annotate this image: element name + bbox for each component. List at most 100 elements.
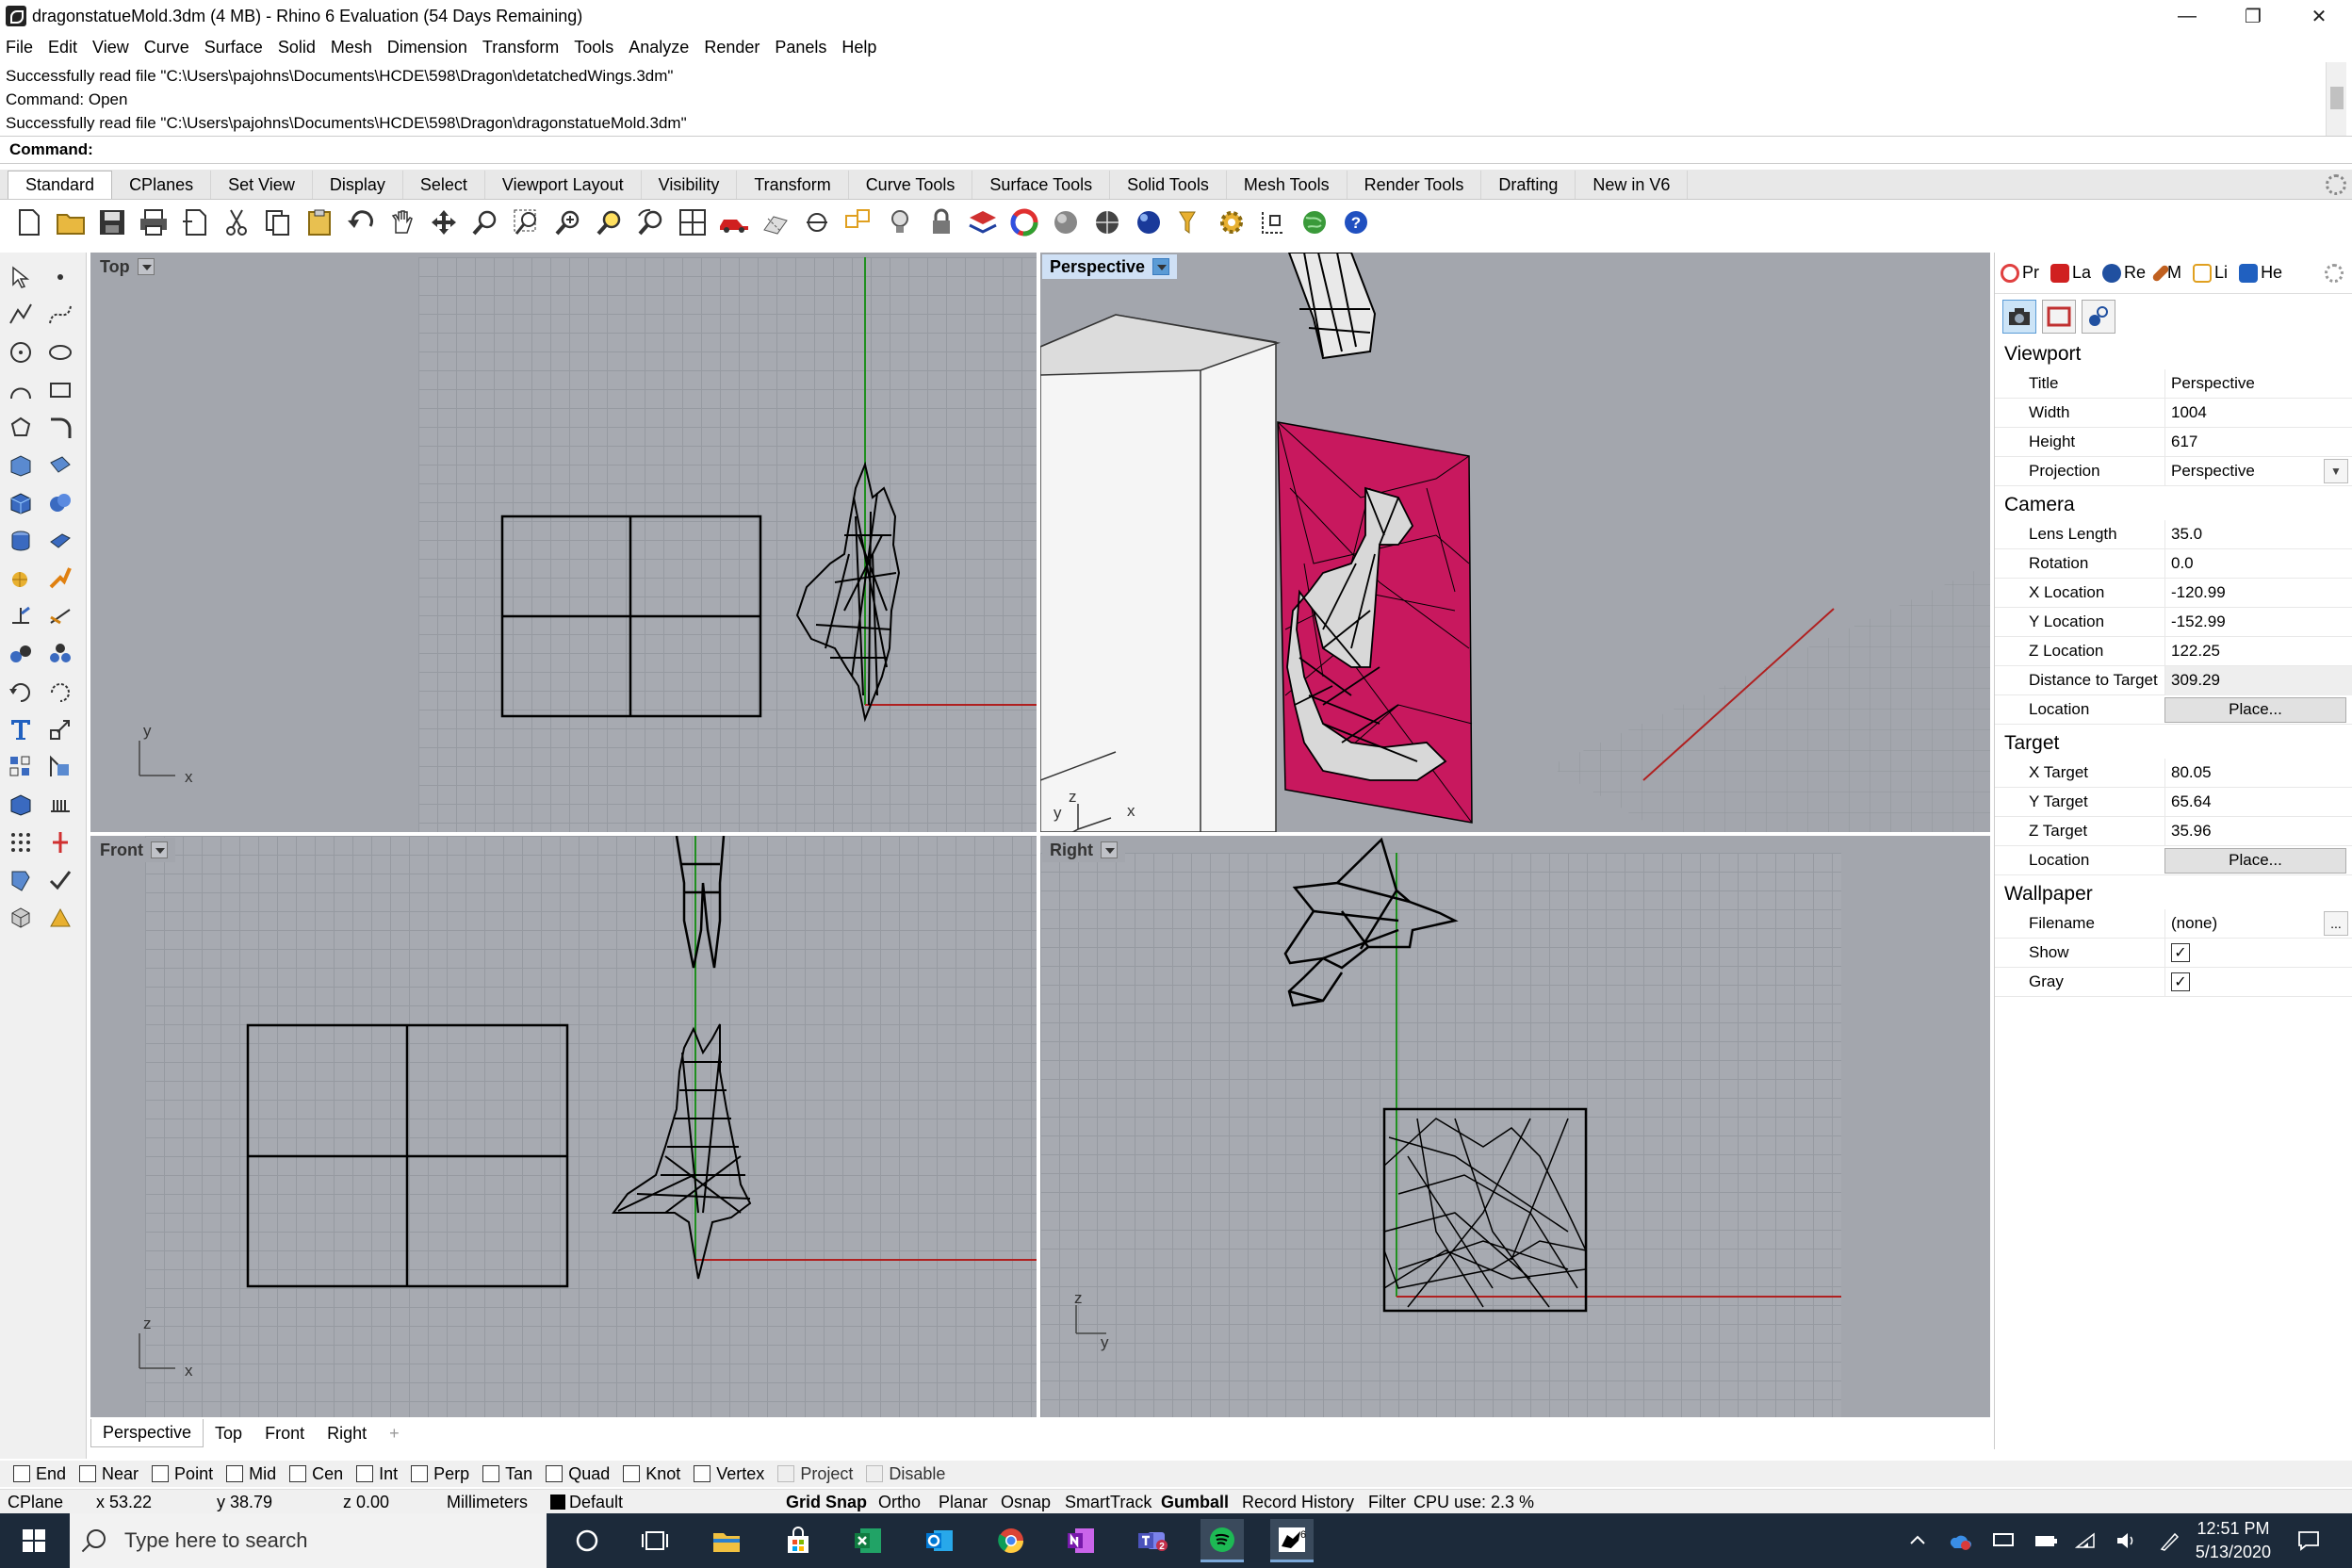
rotate-view-icon[interactable] (635, 206, 667, 238)
menu-help[interactable]: Help (841, 38, 876, 57)
battery-icon[interactable] (2034, 1530, 2057, 1551)
osnap-vertex[interactable]: Vertex (694, 1464, 764, 1484)
osnap-toggle[interactable]: Osnap (1001, 1493, 1051, 1512)
layer-icon[interactable] (967, 206, 999, 238)
units-status[interactable]: Millimeters (447, 1493, 528, 1512)
osnap-tan[interactable]: Tan (482, 1464, 532, 1484)
smarttrack-toggle[interactable]: SmartTrack (1065, 1493, 1152, 1512)
checkbox[interactable] (289, 1465, 307, 1482)
light-icon[interactable] (884, 206, 916, 238)
tab-viewport-layout[interactable]: Viewport Layout (484, 171, 642, 199)
place-target-button[interactable]: Place... (2164, 847, 2346, 874)
checkbox[interactable] (411, 1465, 429, 1482)
taskbar-search-box[interactable]: Type here to search (70, 1513, 547, 1568)
grid-points-icon[interactable] (6, 827, 36, 858)
save-icon[interactable] (96, 206, 128, 238)
panel-tab-libraries[interactable]: Li (2193, 263, 2228, 283)
volume-icon[interactable] (2115, 1530, 2135, 1551)
viewport-title-field[interactable]: Perspective (2164, 368, 2352, 399)
rotate-3d-icon[interactable] (45, 677, 75, 707)
checkbox[interactable] (866, 1465, 884, 1482)
viewport-height-field[interactable]: 617 (2164, 427, 2352, 457)
planar-toggle[interactable]: Planar (939, 1493, 988, 1512)
viewport-perspective[interactable]: z y x Perspective (1040, 253, 1990, 832)
osnap-disable[interactable]: Disable (866, 1464, 945, 1484)
paste-icon[interactable] (303, 206, 335, 238)
projection-select[interactable]: Perspective (2164, 456, 2324, 486)
viewport-tab-front[interactable]: Front (253, 1419, 316, 1447)
tab-new-in-v6[interactable]: New in V6 (1576, 171, 1689, 199)
checkbox[interactable] (694, 1465, 711, 1482)
store-icon[interactable] (776, 1519, 820, 1562)
layer-status[interactable]: Default (550, 1493, 623, 1512)
record-history-toggle[interactable]: Record History (1242, 1493, 1354, 1512)
browse-button[interactable]: ... (2324, 911, 2348, 936)
toolbar-options-gear-icon[interactable] (2326, 174, 2346, 195)
zoom-icon[interactable] (469, 206, 501, 238)
new-icon[interactable] (13, 206, 45, 238)
osnap-knot[interactable]: Knot (623, 1464, 680, 1484)
viewport-title-front[interactable]: Front (92, 838, 175, 862)
menu-analyze[interactable]: Analyze (629, 38, 689, 57)
lens-length-field[interactable]: 35.0 (2164, 519, 2352, 549)
excel-icon[interactable] (846, 1519, 890, 1562)
show-wallpaper-checkbox[interactable]: ✓ (2171, 943, 2190, 962)
tab-surface-tools[interactable]: Surface Tools (972, 171, 1111, 199)
ellipse-icon[interactable] (45, 337, 75, 368)
check-icon[interactable] (45, 865, 75, 895)
tab-transform[interactable]: Transform (737, 171, 849, 199)
osnap-perp[interactable]: Perp (411, 1464, 469, 1484)
mesh-tools-icon[interactable] (6, 564, 36, 594)
zoom-selected-icon[interactable] (594, 206, 626, 238)
viewport-tab-top[interactable]: Top (204, 1419, 253, 1447)
checkbox[interactable] (13, 1465, 30, 1482)
chrome-icon[interactable] (989, 1519, 1033, 1562)
split-icon[interactable] (45, 601, 75, 631)
z-target-field[interactable]: 35.96 (2164, 816, 2352, 846)
chevron-down-icon[interactable] (150, 841, 168, 858)
surface-icon[interactable] (6, 450, 36, 481)
car-icon[interactable] (718, 206, 750, 238)
render-sphere-icon[interactable] (1133, 206, 1165, 238)
polyline-icon[interactable] (6, 300, 36, 330)
panel-tab-render[interactable]: Re (2102, 263, 2146, 283)
circle-icon[interactable] (6, 337, 36, 368)
close-button[interactable]: ✕ (2286, 0, 2352, 32)
checkbox[interactable] (356, 1465, 374, 1482)
render-mesh-icon[interactable] (45, 903, 75, 933)
add-viewport-tab-icon[interactable]: + (378, 1419, 411, 1447)
cplane-status[interactable]: CPlane (8, 1493, 63, 1512)
tab-select[interactable]: Select (402, 171, 485, 199)
pen-icon[interactable] (2158, 1530, 2180, 1551)
snap-icon[interactable] (801, 206, 833, 238)
highlighter-icon[interactable] (1174, 206, 1206, 238)
tab-set-view[interactable]: Set View (211, 171, 313, 199)
checkbox[interactable] (226, 1465, 244, 1482)
hatch-icon[interactable] (45, 790, 75, 820)
task-view-icon[interactable] (633, 1519, 677, 1562)
tab-render-tools[interactable]: Render Tools (1347, 171, 1482, 199)
menu-edit[interactable]: Edit (48, 38, 77, 57)
group-icon[interactable] (45, 639, 75, 669)
checkbox[interactable] (482, 1465, 500, 1482)
viewport-front[interactable]: z x Front (90, 836, 1037, 1417)
move-icon[interactable] (428, 206, 460, 238)
explode-icon[interactable] (45, 564, 75, 594)
grid-options-icon[interactable] (1257, 206, 1289, 238)
command-history-scrollbar[interactable] (2326, 62, 2346, 136)
menu-mesh[interactable]: Mesh (331, 38, 372, 57)
rotate-icon[interactable] (6, 677, 36, 707)
undo-icon[interactable] (345, 206, 377, 238)
menu-file[interactable]: File (6, 38, 33, 57)
cortana-icon[interactable] (565, 1519, 609, 1562)
viewport-title-perspective[interactable]: Perspective (1042, 254, 1178, 279)
tab-standard[interactable]: Standard (8, 171, 113, 199)
windows-start-button[interactable] (0, 1513, 68, 1568)
restore-button[interactable]: ❐ (2220, 0, 2286, 32)
y-location-field[interactable]: -152.99 (2164, 607, 2352, 637)
analyze-icon[interactable] (6, 865, 36, 895)
osnap-near[interactable]: Near (79, 1464, 139, 1484)
x-target-field[interactable]: 80.05 (2164, 758, 2352, 788)
panel-tab-properties[interactable]: Pr (2001, 263, 2039, 283)
tab-visibility[interactable]: Visibility (641, 171, 738, 199)
